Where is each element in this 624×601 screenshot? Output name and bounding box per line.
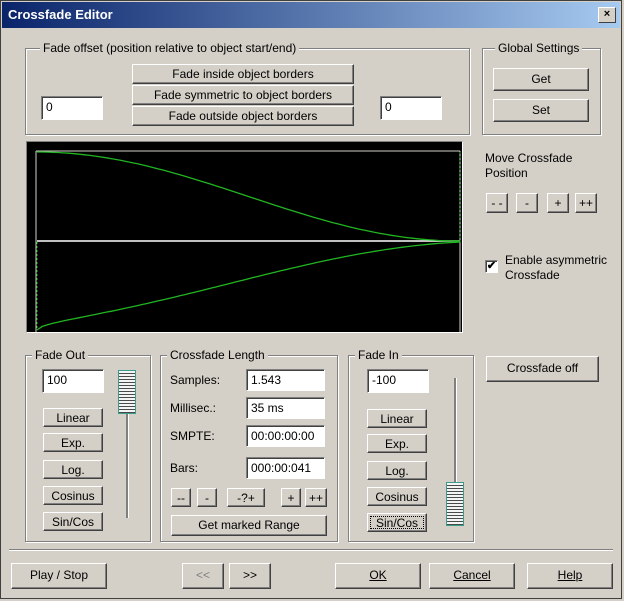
- close-button[interactable]: ×: [598, 7, 616, 23]
- fade-offset-group: Fade offset (position relative to object…: [25, 41, 470, 135]
- ok-button[interactable]: OK: [335, 563, 421, 589]
- crossfade-length-group: Crossfade Length Samples: 1.543 Millisec…: [160, 348, 338, 542]
- crossfade-editor-window: Crossfade Editor × Fade offset (position…: [0, 0, 622, 599]
- fade-out-slider-thumb[interactable]: [118, 370, 136, 414]
- move-crossfade-label-2: Position: [485, 166, 528, 180]
- bars-input[interactable]: 000:00:041: [246, 457, 325, 479]
- crossfade-off-button[interactable]: Crossfade off: [486, 356, 599, 382]
- length-decrease-fast-button[interactable]: --: [171, 488, 191, 507]
- fade-in-label: Fade In: [355, 348, 402, 362]
- fade-out-sincos-button[interactable]: Sin/Cos: [43, 512, 103, 531]
- fade-out-value-input[interactable]: 100: [42, 369, 104, 393]
- fade-in-group: Fade In -100 Linear Exp. Log. Cosinus Si…: [348, 348, 474, 542]
- asymmetric-checkbox[interactable]: ✔: [485, 260, 498, 273]
- length-decrease-button[interactable]: -: [197, 488, 217, 507]
- fade-offset-left-input[interactable]: 0: [41, 96, 103, 120]
- crossfade-curve-display[interactable]: [26, 141, 463, 333]
- samples-label: Samples:: [170, 373, 221, 387]
- crossfade-curve-plot: [27, 142, 462, 332]
- fade-out-log-button[interactable]: Log.: [43, 460, 103, 479]
- fade-offset-label: Fade offset (position relative to object…: [40, 41, 300, 55]
- fade-out-exp-button[interactable]: Exp.: [43, 433, 103, 452]
- move-right-fast-button[interactable]: ++: [575, 193, 597, 213]
- length-increase-fast-button[interactable]: ++: [305, 488, 327, 507]
- title-bar[interactable]: Crossfade Editor ×: [2, 2, 620, 28]
- window-title: Crossfade Editor: [8, 7, 113, 22]
- samples-input[interactable]: 1.543: [246, 369, 325, 391]
- fade-inside-button[interactable]: Fade inside object borders: [132, 64, 354, 84]
- global-settings-group: Global Settings Get Set: [482, 41, 601, 135]
- fade-in-log-button[interactable]: Log.: [367, 461, 427, 480]
- fade-in-sincos-button[interactable]: Sin/Cos: [367, 513, 427, 532]
- next-button[interactable]: >>: [229, 563, 271, 589]
- fade-outside-button[interactable]: Fade outside object borders: [132, 106, 354, 126]
- play-stop-button[interactable]: Play / Stop: [11, 563, 107, 589]
- fade-out-label: Fade Out: [32, 348, 89, 362]
- set-button[interactable]: Set: [493, 99, 589, 122]
- move-right-button[interactable]: +: [547, 193, 569, 213]
- bars-label: Bars:: [170, 461, 199, 475]
- length-increase-button[interactable]: +: [281, 488, 301, 507]
- display-background: [27, 142, 462, 332]
- previous-button[interactable]: <<: [182, 563, 224, 589]
- fade-out-linear-button[interactable]: Linear: [43, 408, 103, 427]
- footer-separator: [9, 549, 613, 551]
- fade-offset-right-input[interactable]: 0: [380, 96, 442, 120]
- smpte-label: SMPTE:: [170, 429, 215, 443]
- help-button[interactable]: Help: [527, 563, 613, 589]
- fade-in-linear-button[interactable]: Linear: [367, 409, 427, 428]
- asymmetric-label-1: Enable asymmetric: [505, 253, 608, 267]
- move-crossfade-label-1: Move Crossfade: [485, 151, 573, 165]
- global-settings-label: Global Settings: [495, 41, 583, 55]
- fade-symmetric-button[interactable]: Fade symmetric to object borders: [132, 85, 354, 105]
- crossfade-length-label: Crossfade Length: [167, 348, 268, 362]
- fade-in-slider-thumb[interactable]: [446, 482, 464, 526]
- millisec-label: Millisec.:: [170, 401, 217, 415]
- smpte-input[interactable]: 00:00:00:00: [246, 425, 325, 447]
- length-auto-button[interactable]: -?+: [227, 488, 265, 507]
- millisec-input[interactable]: 35 ms: [246, 397, 325, 419]
- asymmetric-label-2: Crossfade: [505, 268, 560, 282]
- fade-in-value-input[interactable]: -100: [367, 369, 429, 393]
- get-marked-range-button[interactable]: Get marked Range: [171, 515, 327, 536]
- cancel-button[interactable]: Cancel: [429, 563, 515, 589]
- move-left-fast-button[interactable]: - -: [486, 193, 508, 213]
- fade-out-group: Fade Out 100 Linear Exp. Log. Cosinus Si…: [25, 348, 151, 542]
- move-left-button[interactable]: -: [516, 193, 538, 213]
- fade-in-cosinus-button[interactable]: Cosinus: [367, 487, 427, 506]
- fade-out-cosinus-button[interactable]: Cosinus: [43, 486, 103, 505]
- fade-in-exp-button[interactable]: Exp.: [367, 434, 427, 453]
- get-button[interactable]: Get: [493, 68, 589, 91]
